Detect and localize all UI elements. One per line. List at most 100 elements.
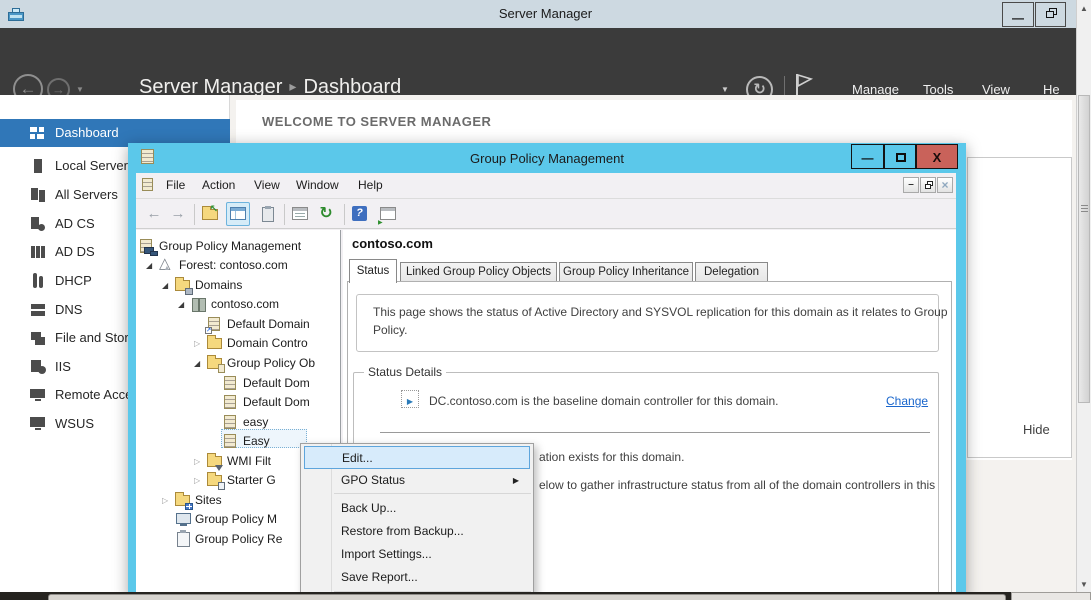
folder-icon: [207, 336, 223, 351]
menu-separator: [334, 493, 531, 494]
gpm-toolbar: ?: [136, 200, 956, 229]
expander-icon[interactable]: [401, 390, 419, 408]
menu-item-restore-from-backup[interactable]: Restore from Backup...: [304, 520, 530, 543]
gpm-minimize-button[interactable]: [851, 144, 884, 169]
status-info-box: This page shows the status of Active Dir…: [356, 294, 939, 352]
tree-item-default-domain-policy-link[interactable]: Default Domain: [136, 315, 341, 334]
bottom-window-edge-corner: [1011, 592, 1091, 600]
mdi-close-button[interactable]: [937, 177, 953, 193]
iis-icon: [30, 359, 46, 375]
gpm-maximize-button[interactable]: [884, 144, 916, 169]
tree-item-gpo-easy[interactable]: easy: [136, 413, 341, 432]
breadcrumb-separator-icon: ▸: [282, 78, 303, 94]
dashboard-icon: [30, 125, 46, 141]
servers-icon: [30, 187, 46, 203]
collapsed-arrow-icon[interactable]: [194, 476, 200, 485]
tree-item-forest[interactable]: Forest: contoso.com: [136, 256, 341, 275]
tab-delegation[interactable]: Delegation: [695, 262, 768, 282]
modeling-icon: [175, 512, 191, 527]
submenu-arrow-icon: [513, 476, 519, 485]
restore-button[interactable]: [1035, 2, 1066, 27]
gpm-close-button[interactable]: [916, 144, 958, 169]
server-manager-header: Server Manager▸Dashboard Manage Tools Vi…: [0, 28, 1091, 95]
gpm-menu-file[interactable]: File: [166, 178, 185, 192]
expanded-arrow-icon[interactable]: [178, 300, 184, 309]
server-manager-titlebar: Server Manager: [0, 0, 1091, 28]
tab-linked-gpos[interactable]: Linked Group Policy Objects: [400, 262, 557, 282]
toolbar-clipboard-icon[interactable]: [258, 204, 278, 224]
scroll-down-icon[interactable]: [1080, 580, 1088, 589]
hide-button[interactable]: Hide: [1023, 422, 1050, 437]
groupbox-divider: [380, 432, 930, 433]
mdi-minimize-button[interactable]: [903, 177, 919, 193]
toolbar-forward-icon[interactable]: [168, 204, 188, 224]
forest-icon: [159, 258, 175, 273]
dashboard-side-tile: Hide: [967, 157, 1072, 458]
scrollbar-grip: [1081, 205, 1088, 214]
menu-item-import-settings[interactable]: Import Settings...: [304, 543, 530, 566]
tree-item-domain-controllers[interactable]: Domain Contro: [136, 334, 341, 353]
scroll-up-icon[interactable]: [1080, 4, 1088, 13]
toolbar-export-list-icon[interactable]: [378, 204, 398, 224]
monitor-icon: [30, 387, 46, 403]
gpm-menubar: File Action View Window Help: [136, 173, 956, 199]
toolbar-properties-icon[interactable]: [290, 204, 310, 224]
gpm-client-area: File Action View Window Help ?: [136, 173, 956, 600]
gpm-window-title: Group Policy Management: [128, 151, 966, 166]
collapsed-arrow-icon[interactable]: [162, 496, 168, 505]
nav-dropdown-icon[interactable]: [76, 85, 84, 94]
minimize-button[interactable]: [1002, 2, 1034, 27]
collapsed-arrow-icon[interactable]: [194, 457, 200, 466]
bottom-window-edge: [0, 592, 1091, 600]
gpm-menu-view[interactable]: View: [254, 178, 280, 192]
console-icon: [142, 178, 153, 191]
baseline-dc-text: DC.contoso.com is the baseline domain co…: [429, 394, 779, 408]
change-link[interactable]: Change: [886, 394, 928, 408]
results-icon: [175, 532, 191, 547]
tree-item-contoso-domain[interactable]: contoso.com: [136, 295, 341, 314]
menu-item-back-up[interactable]: Back Up...: [304, 497, 530, 520]
toolbar-help-icon[interactable]: ?: [350, 204, 370, 224]
starter-gpo-folder-icon: [207, 473, 223, 488]
obscured-status-line2: elow to gather infrastructure status fro…: [539, 478, 935, 492]
tree-item-root[interactable]: Group Policy Management: [136, 237, 341, 256]
gpo-icon: [223, 376, 239, 391]
refresh-dropdown-icon[interactable]: [721, 85, 729, 94]
toolbar-back-icon[interactable]: [144, 204, 164, 224]
gpm-window: Group Policy Management File Action View…: [128, 143, 966, 600]
update-services-icon: [30, 416, 46, 432]
gpm-menu-help[interactable]: Help: [358, 178, 383, 192]
tab-gp-inheritance[interactable]: Group Policy Inheritance: [559, 262, 693, 282]
console-icon: [139, 239, 155, 254]
sites-folder-icon: [175, 493, 191, 508]
scrollbar-thumb[interactable]: [1078, 95, 1090, 403]
gpo-icon: [223, 434, 239, 449]
collapsed-arrow-icon[interactable]: [194, 339, 200, 348]
tree-item-group-policy-objects[interactable]: Group Policy Ob: [136, 354, 341, 373]
tab-bar: Status Linked Group Policy Objects Group…: [343, 259, 956, 282]
tree-item-gpo-default-2[interactable]: Default Dom: [136, 393, 341, 412]
toolbar-up-one-level-icon[interactable]: [200, 204, 220, 224]
expanded-arrow-icon[interactable]: [146, 261, 152, 270]
gpm-menu-window[interactable]: Window: [296, 178, 339, 192]
toolbar-show-console-tree-icon[interactable]: [226, 202, 250, 226]
mdi-restore-button[interactable]: [920, 177, 936, 193]
toolbar-refresh-icon[interactable]: [316, 204, 336, 224]
menu-item-save-report[interactable]: Save Report...: [304, 566, 530, 589]
vertical-scrollbar[interactable]: [1076, 0, 1091, 600]
menu-item-edit[interactable]: Edit...: [304, 446, 530, 469]
window-title: Server Manager: [0, 6, 1091, 21]
tree-item-gpo-default-1[interactable]: Default Dom: [136, 374, 341, 393]
domain-header: contoso.com: [352, 236, 433, 251]
tab-status[interactable]: Status: [349, 259, 397, 283]
domains-folder-icon: [175, 278, 191, 293]
gpm-menu-action[interactable]: Action: [202, 178, 235, 192]
certificate-server-icon: [30, 216, 46, 232]
storage-icon: [30, 330, 46, 346]
expanded-arrow-icon[interactable]: [194, 359, 200, 368]
menu-item-gpo-status[interactable]: GPO Status: [304, 469, 530, 492]
obscured-status-line1: ation exists for this domain.: [539, 450, 684, 464]
expanded-arrow-icon[interactable]: [162, 281, 168, 290]
welcome-banner: WELCOME TO SERVER MANAGER: [262, 114, 491, 129]
tree-item-domains[interactable]: Domains: [136, 276, 341, 295]
